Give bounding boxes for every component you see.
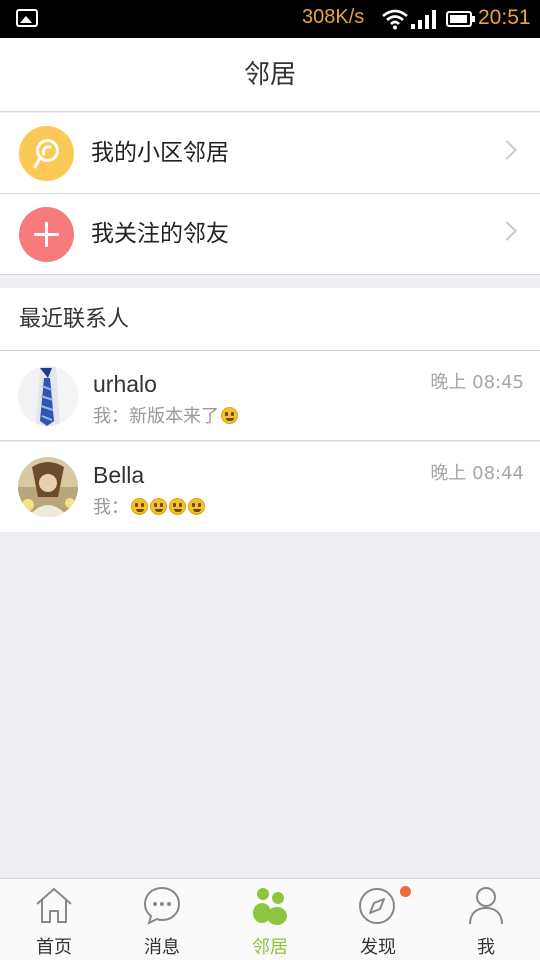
contact-row[interactable]: urhalo 我：新版本来了 晚上 08:45 bbox=[0, 351, 540, 441]
tab-home[interactable]: 首页 bbox=[0, 879, 108, 960]
page-title: 邻居 bbox=[243, 60, 296, 90]
network-speed: 308K/s bbox=[302, 6, 365, 28]
message-preview: 我： bbox=[93, 493, 205, 519]
menu-label: 我的小区邻居 bbox=[91, 140, 229, 166]
tab-label: 我 bbox=[477, 937, 495, 958]
message-time: 晚上 08:45 bbox=[430, 372, 524, 393]
contact-row[interactable]: Bella 我： 晚上 08:44 bbox=[0, 442, 540, 532]
avatar bbox=[18, 366, 78, 426]
contact-name: urhalo bbox=[93, 371, 157, 397]
menu-label: 我关注的邻友 bbox=[91, 221, 229, 247]
tab-label: 发现 bbox=[360, 937, 396, 958]
tab-discover[interactable]: 发现 bbox=[324, 879, 432, 960]
person-icon bbox=[469, 887, 503, 925]
tab-label: 邻居 bbox=[252, 937, 288, 958]
section-title: 最近联系人 bbox=[19, 307, 130, 332]
my-community-neighbors-row[interactable]: 我的小区邻居 bbox=[0, 113, 540, 194]
tab-me[interactable]: 我 bbox=[432, 879, 540, 960]
chevron-right-icon bbox=[497, 221, 517, 241]
bottom-tab-bar: 首页 消息 邻居 发现 我 bbox=[0, 878, 540, 960]
community-icon bbox=[19, 126, 74, 181]
battery-icon bbox=[446, 11, 475, 27]
grin-emoji-icon bbox=[150, 498, 167, 515]
tab-neighbors[interactable]: 邻居 bbox=[216, 879, 324, 960]
plus-icon bbox=[19, 207, 74, 262]
chat-bubble-icon bbox=[143, 886, 181, 925]
compass-icon bbox=[359, 888, 395, 924]
gallery-icon bbox=[16, 9, 38, 27]
home-icon bbox=[36, 888, 72, 923]
page-header: 邻居 bbox=[0, 38, 540, 112]
message-time: 晚上 08:44 bbox=[430, 463, 524, 484]
message-preview: 我：新版本来了 bbox=[93, 402, 238, 428]
smile-emoji-icon bbox=[221, 407, 238, 424]
wifi-icon bbox=[382, 9, 408, 30]
chevron-right-icon bbox=[497, 140, 517, 160]
contact-name: Bella bbox=[93, 462, 145, 488]
grin-emoji-icon bbox=[169, 498, 186, 515]
tab-messages[interactable]: 消息 bbox=[108, 879, 216, 960]
status-bar: 308K/s 20:51 bbox=[0, 0, 540, 38]
grin-emoji-icon bbox=[131, 498, 148, 515]
grin-emoji-icon bbox=[188, 498, 205, 515]
clock: 20:51 bbox=[478, 6, 531, 29]
recent-contacts-header: 最近联系人 bbox=[0, 288, 540, 351]
signal-icon bbox=[411, 10, 436, 29]
avatar bbox=[18, 457, 78, 517]
tab-label: 消息 bbox=[144, 937, 180, 958]
neighbors-icon bbox=[253, 888, 287, 925]
followed-neighbors-row[interactable]: 我关注的邻友 bbox=[0, 194, 540, 275]
tab-label: 首页 bbox=[36, 937, 72, 958]
notification-badge bbox=[400, 886, 411, 897]
